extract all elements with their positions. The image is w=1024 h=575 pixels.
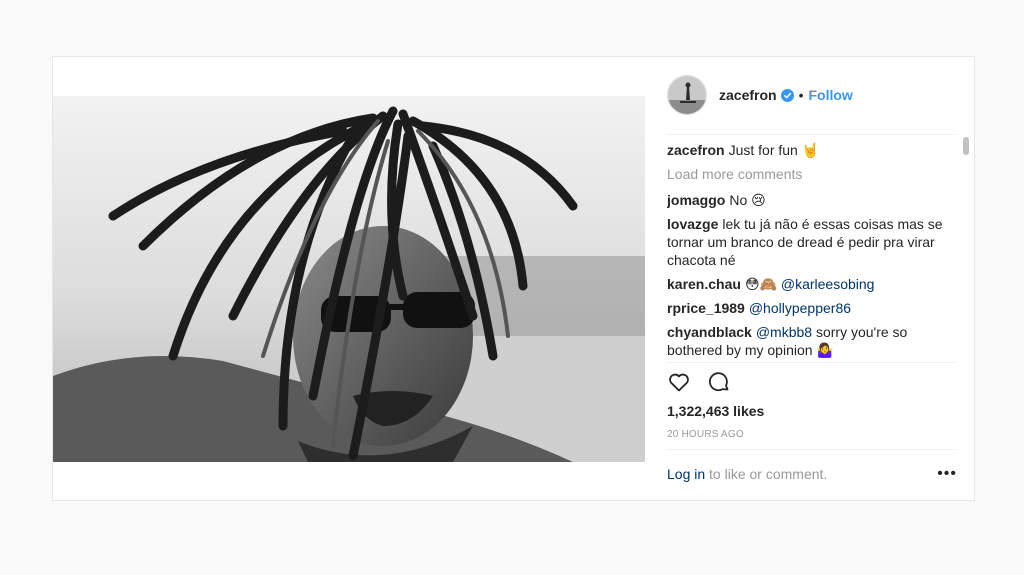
likes-count[interactable]: 1,322,463 likes <box>667 403 764 419</box>
verified-badge-icon <box>780 88 794 102</box>
comment-mention[interactable]: @mkbb8 <box>756 324 812 340</box>
comment-author[interactable]: zacefron <box>667 142 725 158</box>
action-bar <box>667 370 731 394</box>
comment-item: karen.chau 😳🙈 @karleesobing <box>667 275 949 293</box>
avatar-image <box>668 76 706 114</box>
post-sidebar: zacefron • Follow zacefron Just for fun 🤘… <box>645 57 975 500</box>
comment-text: 😳🙈 <box>744 276 777 292</box>
comments-scrollbar[interactable] <box>962 137 970 359</box>
comment-author[interactable]: rprice_1989 <box>667 300 745 316</box>
comment-item: lovazge lek tu já não é essas coisas mas … <box>667 215 949 269</box>
header-divider <box>667 134 955 135</box>
comments-divider <box>667 362 955 363</box>
comment-author[interactable]: lovazge <box>667 216 718 232</box>
scrollbar-thumb[interactable] <box>963 137 969 155</box>
login-link[interactable]: Log in <box>667 466 705 482</box>
comment-author[interactable]: karen.chau <box>667 276 741 292</box>
post-timestamp[interactable]: 20 HOURS AGO <box>667 429 744 440</box>
login-prompt-text: to like or comment. <box>705 466 828 482</box>
comment-mention[interactable]: @hollypepper86 <box>749 300 851 316</box>
follow-button[interactable]: Follow <box>808 87 852 103</box>
username[interactable]: zacefron <box>719 87 777 103</box>
footer-divider <box>667 449 955 450</box>
post-header: zacefron • Follow <box>667 75 957 115</box>
comments-list[interactable]: zacefron Just for fun 🤘 Load more comment… <box>667 141 949 363</box>
comment-text: No 😢 <box>729 192 766 208</box>
comment-item: rprice_1989 @hollypepper86 <box>667 299 949 317</box>
more-options-icon[interactable]: ••• <box>937 465 957 483</box>
load-more-comments-button[interactable]: Load more comments <box>667 165 949 183</box>
login-prompt: Log in to like or comment. <box>667 466 827 482</box>
comment-item: chyandblack @mkbb8 sorry you're so bother… <box>667 323 949 359</box>
post-photo[interactable] <box>53 96 645 462</box>
caption: zacefron Just for fun 🤘 <box>667 141 949 159</box>
photo-man-with-dreadlocks <box>53 96 645 462</box>
comment-icon[interactable] <box>707 370 731 394</box>
comment-item: jomaggo No 😢 <box>667 191 949 209</box>
comment-author[interactable]: jomaggo <box>667 192 725 208</box>
avatar[interactable] <box>667 75 707 115</box>
comment-text: Just for fun 🤘 <box>728 142 820 158</box>
heart-icon[interactable] <box>667 370 691 394</box>
comment-author[interactable]: chyandblack <box>667 324 752 340</box>
separator-dot: • <box>798 87 804 103</box>
instagram-post: zacefron • Follow zacefron Just for fun 🤘… <box>52 56 975 501</box>
login-footer: Log in to like or comment. ••• <box>667 465 957 483</box>
comment-mention[interactable]: @karleesobing <box>781 276 875 292</box>
